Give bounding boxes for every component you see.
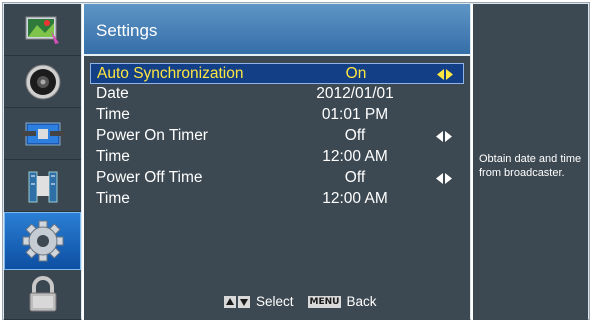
- key-hints: Select MENU Back: [224, 294, 377, 309]
- menu-key-icon: MENU: [307, 295, 342, 308]
- down-arrow-key-icon: [238, 295, 250, 308]
- select-hint-label: Select: [256, 294, 294, 309]
- setting-label: Power On Timer: [96, 127, 208, 144]
- channel-satellite-icon: [21, 122, 64, 145]
- setting-label: Time: [96, 106, 130, 123]
- help-text: Obtain date and time from broadcaster.: [479, 153, 582, 179]
- setting-row-date[interactable]: Date 2012/01/01: [90, 84, 464, 105]
- sidebar-item-setup[interactable]: [4, 160, 81, 212]
- page-title: Settings: [96, 21, 158, 40]
- gear-icon: [22, 220, 63, 262]
- panel-header: Settings: [84, 4, 470, 56]
- left-right-arrows-icon[interactable]: [436, 173, 452, 184]
- setting-label: Time: [96, 190, 130, 207]
- setting-value: 12:00 AM: [322, 190, 388, 207]
- left-right-arrows-icon[interactable]: [436, 131, 452, 142]
- back-hint-label: Back: [346, 294, 377, 309]
- lock-icon: [29, 275, 56, 311]
- setting-value: On: [345, 65, 367, 82]
- left-right-arrows-icon[interactable]: [437, 69, 453, 80]
- setting-label: Time: [96, 148, 130, 165]
- setting-label: Power Off Time: [96, 169, 203, 186]
- help-panel: Obtain date and time from broadcaster.: [471, 4, 588, 320]
- setting-row-power-off-clock[interactable]: Time 12:00 AM: [90, 189, 464, 210]
- setting-row-power-on-time[interactable]: Time 12:00 AM: [90, 147, 464, 168]
- setting-row-power-on-timer[interactable]: Power On Timer Off: [90, 126, 464, 147]
- sidebar-item-settings[interactable]: [4, 212, 81, 270]
- setting-value: 12:00 AM: [322, 148, 388, 165]
- picture-icon: [25, 16, 59, 44]
- setting-value: Off: [344, 169, 366, 186]
- setting-label: Auto Synchronization: [97, 65, 244, 82]
- setting-row-power-off-time[interactable]: Power Off Time Off: [90, 168, 464, 189]
- setting-value: Off: [344, 127, 366, 144]
- sidebar-item-picture[interactable]: [4, 4, 81, 56]
- sidebar-item-channel[interactable]: [4, 108, 81, 160]
- settings-list: Auto Synchronization On Date 2012/01/01 …: [90, 63, 464, 210]
- setting-value: 01:01 PM: [321, 106, 389, 123]
- setting-row-auto-synchronization[interactable]: Auto Synchronization On: [90, 63, 464, 84]
- setting-row-time[interactable]: Time 01:01 PM: [90, 105, 464, 126]
- speaker-icon: [25, 64, 60, 99]
- sidebar-item-lock[interactable]: [4, 270, 81, 320]
- sidebar-item-sound[interactable]: [4, 56, 81, 108]
- tv-tower-icon: [28, 171, 57, 202]
- category-sidebar: [4, 4, 81, 320]
- setting-label: Date: [96, 85, 129, 102]
- up-arrow-key-icon: [224, 295, 236, 308]
- settings-panel: Settings Auto Synchronization On Date 20…: [82, 4, 470, 320]
- setting-value: 2012/01/01: [316, 85, 394, 102]
